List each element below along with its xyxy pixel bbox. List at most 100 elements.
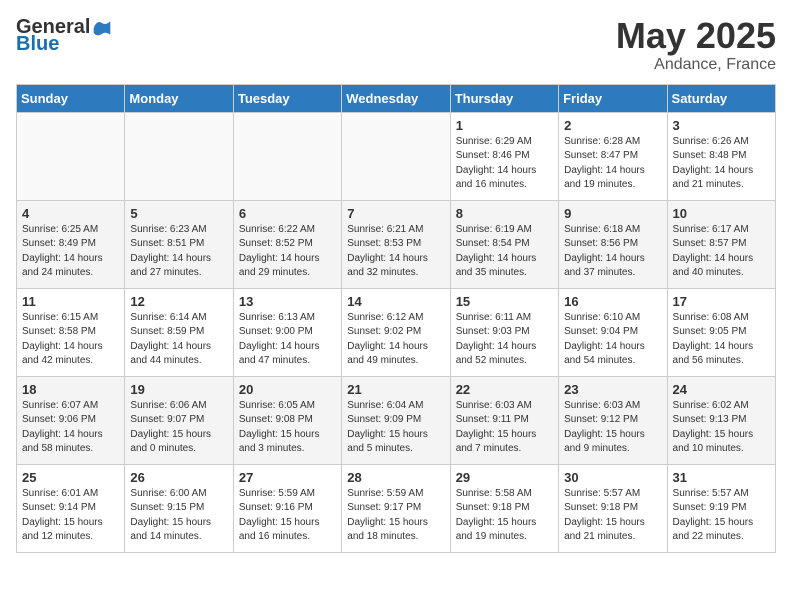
day-info: Sunrise: 6:26 AM Sunset: 8:48 PM Dayligh… xyxy=(673,135,770,193)
weekday-header-monday: Monday xyxy=(125,84,233,112)
calendar-cell: 19Sunrise: 6:06 AM Sunset: 9:07 PM Dayli… xyxy=(125,376,233,464)
calendar-cell: 11 Sunrise: 6:15 AM Sunset: 8:58 PM Dayli… xyxy=(17,288,125,376)
day-number: 6 xyxy=(239,206,336,221)
calendar-cell: 22 Sunrise: 6:03 AM Sunset: 9:11 PM Dayli… xyxy=(450,376,558,464)
calendar-cell: 5 Sunrise: 6:23 AM Sunset: 8:51 PM Daylig… xyxy=(125,200,233,288)
day-number: 31 xyxy=(673,470,770,485)
day-info: Sunrise: 6:22 AM Sunset: 8:52 PM Dayligh… xyxy=(239,223,336,281)
day-info: Sunrise: 6:21 AM Sunset: 8:53 PM Dayligh… xyxy=(347,223,444,281)
day-number: 27 xyxy=(239,470,336,485)
month-title: May 2025 xyxy=(616,16,776,56)
day-info: Sunrise: 6:28 AM Sunset: 8:47 PM Dayligh… xyxy=(564,135,661,193)
day-number: 23 xyxy=(564,382,661,397)
calendar-cell: 18Sunrise: 6:07 AM Sunset: 9:06 PM Dayli… xyxy=(17,376,125,464)
day-number: 19 xyxy=(130,382,227,397)
week-row-1: 1 Sunrise: 6:29 AM Sunset: 8:46 PM Daylig… xyxy=(17,112,776,200)
calendar-cell: 15 Sunrise: 6:11 AM Sunset: 9:03 PM Dayli… xyxy=(450,288,558,376)
day-info: Sunrise: 6:03 AM Sunset: 9:12 PM Dayligh… xyxy=(564,399,661,457)
day-info: Sunrise: 6:17 AM Sunset: 8:57 PM Dayligh… xyxy=(673,223,770,281)
calendar-cell: 27 Sunrise: 5:59 AM Sunset: 9:16 PM Dayli… xyxy=(233,464,341,552)
day-number: 26 xyxy=(130,470,227,485)
weekday-header-wednesday: Wednesday xyxy=(342,84,450,112)
day-number: 25 xyxy=(22,470,119,485)
day-number: 17 xyxy=(673,294,770,309)
weekday-header-tuesday: Tuesday xyxy=(233,84,341,112)
day-number: 5 xyxy=(130,206,227,221)
calendar-cell: 31 Sunrise: 5:57 AM Sunset: 9:19 PM Dayli… xyxy=(667,464,775,552)
day-info: Sunrise: 6:15 AM Sunset: 8:58 PM Dayligh… xyxy=(22,311,119,369)
calendar-cell: 3Sunrise: 6:26 AM Sunset: 8:48 PM Daylig… xyxy=(667,112,775,200)
calendar-cell: 12 Sunrise: 6:14 AM Sunset: 8:59 PM Dayli… xyxy=(125,288,233,376)
calendar-cell: 17 Sunrise: 6:08 AM Sunset: 9:05 PM Dayli… xyxy=(667,288,775,376)
calendar-cell: 21Sunrise: 6:04 AM Sunset: 9:09 PM Dayli… xyxy=(342,376,450,464)
calendar-cell: 20 Sunrise: 6:05 AM Sunset: 9:08 PM Dayli… xyxy=(233,376,341,464)
day-number: 13 xyxy=(239,294,336,309)
calendar-cell: 25 Sunrise: 6:01 AM Sunset: 9:14 PM Dayli… xyxy=(17,464,125,552)
weekday-header-thursday: Thursday xyxy=(450,84,558,112)
day-info: Sunrise: 6:07 AM Sunset: 9:06 PM Dayligh… xyxy=(22,399,119,457)
day-number: 10 xyxy=(673,206,770,221)
week-row-4: 18Sunrise: 6:07 AM Sunset: 9:06 PM Dayli… xyxy=(17,376,776,464)
calendar-cell: 7 Sunrise: 6:21 AM Sunset: 8:53 PM Daylig… xyxy=(342,200,450,288)
day-info: Sunrise: 6:03 AM Sunset: 9:11 PM Dayligh… xyxy=(456,399,553,457)
day-number: 29 xyxy=(456,470,553,485)
week-row-5: 25 Sunrise: 6:01 AM Sunset: 9:14 PM Dayli… xyxy=(17,464,776,552)
day-number: 12 xyxy=(130,294,227,309)
day-info: Sunrise: 6:12 AM Sunset: 9:02 PM Dayligh… xyxy=(347,311,444,369)
day-info: Sunrise: 5:59 AM Sunset: 9:17 PM Dayligh… xyxy=(347,487,444,545)
day-info: Sunrise: 6:04 AM Sunset: 9:09 PM Dayligh… xyxy=(347,399,444,457)
calendar-cell: 14Sunrise: 6:12 AM Sunset: 9:02 PM Dayli… xyxy=(342,288,450,376)
calendar-cell xyxy=(342,112,450,200)
calendar-cell xyxy=(17,112,125,200)
calendar-cell: 29 Sunrise: 5:58 AM Sunset: 9:18 PM Dayli… xyxy=(450,464,558,552)
day-info: Sunrise: 6:01 AM Sunset: 9:14 PM Dayligh… xyxy=(22,487,119,545)
day-info: Sunrise: 6:23 AM Sunset: 8:51 PM Dayligh… xyxy=(130,223,227,281)
calendar-cell: 8 Sunrise: 6:19 AM Sunset: 8:54 PM Daylig… xyxy=(450,200,558,288)
calendar-cell: 4Sunrise: 6:25 AM Sunset: 8:49 PM Daylig… xyxy=(17,200,125,288)
calendar-table: SundayMondayTuesdayWednesdayThursdayFrid… xyxy=(16,84,776,553)
calendar-cell: 24Sunrise: 6:02 AM Sunset: 9:13 PM Dayli… xyxy=(667,376,775,464)
day-info: Sunrise: 6:13 AM Sunset: 9:00 PM Dayligh… xyxy=(239,311,336,369)
calendar-cell: 2 Sunrise: 6:28 AM Sunset: 8:47 PM Daylig… xyxy=(559,112,667,200)
day-info: Sunrise: 5:57 AM Sunset: 9:19 PM Dayligh… xyxy=(673,487,770,545)
day-number: 24 xyxy=(673,382,770,397)
day-number: 8 xyxy=(456,206,553,221)
day-number: 1 xyxy=(456,118,553,133)
weekday-header-saturday: Saturday xyxy=(667,84,775,112)
day-info: Sunrise: 6:29 AM Sunset: 8:46 PM Dayligh… xyxy=(456,135,553,193)
day-info: Sunrise: 6:18 AM Sunset: 8:56 PM Dayligh… xyxy=(564,223,661,281)
calendar-cell xyxy=(233,112,341,200)
day-number: 7 xyxy=(347,206,444,221)
day-info: Sunrise: 6:05 AM Sunset: 9:08 PM Dayligh… xyxy=(239,399,336,457)
day-info: Sunrise: 6:10 AM Sunset: 9:04 PM Dayligh… xyxy=(564,311,661,369)
day-info: Sunrise: 6:19 AM Sunset: 8:54 PM Dayligh… xyxy=(456,223,553,281)
logo-icon xyxy=(92,18,112,38)
day-number: 20 xyxy=(239,382,336,397)
week-row-3: 11 Sunrise: 6:15 AM Sunset: 8:58 PM Dayli… xyxy=(17,288,776,376)
logo-blue: Blue xyxy=(16,33,59,56)
day-number: 30 xyxy=(564,470,661,485)
calendar-cell: 10 Sunrise: 6:17 AM Sunset: 8:57 PM Dayli… xyxy=(667,200,775,288)
day-info: Sunrise: 6:14 AM Sunset: 8:59 PM Dayligh… xyxy=(130,311,227,369)
day-info: Sunrise: 5:58 AM Sunset: 9:18 PM Dayligh… xyxy=(456,487,553,545)
day-info: Sunrise: 6:25 AM Sunset: 8:49 PM Dayligh… xyxy=(22,223,119,281)
weekday-header-friday: Friday xyxy=(559,84,667,112)
day-info: Sunrise: 5:59 AM Sunset: 9:16 PM Dayligh… xyxy=(239,487,336,545)
title-area: May 2025 Andance, France xyxy=(616,16,776,74)
calendar-cell: 1 Sunrise: 6:29 AM Sunset: 8:46 PM Daylig… xyxy=(450,112,558,200)
calendar-cell: 16Sunrise: 6:10 AM Sunset: 9:04 PM Dayli… xyxy=(559,288,667,376)
day-number: 11 xyxy=(22,294,119,309)
calendar-cell: 30Sunrise: 5:57 AM Sunset: 9:18 PM Dayli… xyxy=(559,464,667,552)
day-info: Sunrise: 6:00 AM Sunset: 9:15 PM Dayligh… xyxy=(130,487,227,545)
day-info: Sunrise: 6:08 AM Sunset: 9:05 PM Dayligh… xyxy=(673,311,770,369)
calendar-cell: 9Sunrise: 6:18 AM Sunset: 8:56 PM Daylig… xyxy=(559,200,667,288)
calendar-cell xyxy=(125,112,233,200)
day-number: 15 xyxy=(456,294,553,309)
calendar-cell: 26 Sunrise: 6:00 AM Sunset: 9:15 PM Dayli… xyxy=(125,464,233,552)
page-header: General Blue May 2025 Andance, France xyxy=(16,16,776,74)
day-number: 2 xyxy=(564,118,661,133)
day-number: 22 xyxy=(456,382,553,397)
day-info: Sunrise: 6:11 AM Sunset: 9:03 PM Dayligh… xyxy=(456,311,553,369)
weekday-header-row: SundayMondayTuesdayWednesdayThursdayFrid… xyxy=(17,84,776,112)
week-row-2: 4Sunrise: 6:25 AM Sunset: 8:49 PM Daylig… xyxy=(17,200,776,288)
